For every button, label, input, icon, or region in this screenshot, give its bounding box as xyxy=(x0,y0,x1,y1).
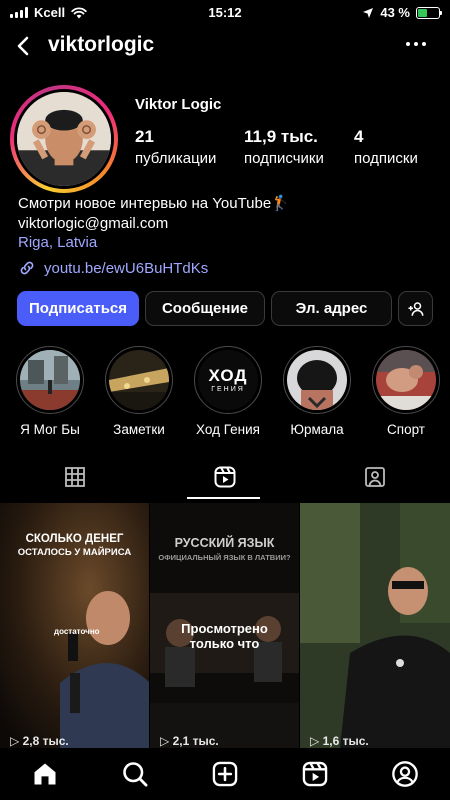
reels-grid: СКОЛЬКО ДЕНЕГ ОСТАЛОСЬ У МАЙРИСА достато… xyxy=(0,503,450,748)
highlight-ya-mog-by[interactable]: Я Мог Бы xyxy=(14,346,86,437)
highlight-label: Я Мог Бы xyxy=(20,422,80,437)
stat-posts-label: публикации xyxy=(135,150,217,167)
bio-email[interactable]: viktorlogic@gmail.com xyxy=(18,214,290,234)
stat-followers-value: 11,9 тыс. xyxy=(244,127,318,146)
profile-display-name: Viktor Logic xyxy=(135,96,222,113)
stat-following[interactable]: 4 подписки xyxy=(354,127,418,167)
nav-reels[interactable] xyxy=(301,760,329,788)
bio-text: Смотри новое интервью на YouTube🏌 xyxy=(18,195,290,212)
active-tab-indicator xyxy=(187,497,260,499)
suggest-accounts-button[interactable] xyxy=(398,291,433,326)
highlight-zametki[interactable]: Заметки xyxy=(103,346,175,437)
avatar-story-ring[interactable] xyxy=(10,85,118,193)
stat-posts-value: 21 xyxy=(135,127,154,146)
tab-posts-grid[interactable] xyxy=(0,455,150,499)
highlight-image xyxy=(287,350,347,410)
reel-thumbnail xyxy=(300,503,450,748)
highlight-label: Спорт xyxy=(387,422,425,437)
create-icon xyxy=(212,761,238,787)
location-arrow-icon xyxy=(363,7,374,18)
avatar-image xyxy=(17,92,111,186)
battery-icon xyxy=(416,6,442,19)
message-button[interactable]: Сообщение xyxy=(145,291,265,326)
reel-view-count: ▷ 1,6 тыс. xyxy=(310,734,369,748)
nav-profile[interactable] xyxy=(391,760,419,788)
tab-reels[interactable] xyxy=(150,455,300,499)
reel-title: РУССКИЙ ЯЗЫК xyxy=(174,536,275,550)
nav-create[interactable] xyxy=(211,760,239,788)
stat-posts[interactable]: 21 публикации xyxy=(135,127,216,167)
tagged-icon xyxy=(365,467,385,487)
highlight-image xyxy=(109,350,169,410)
highlight-image xyxy=(376,350,436,410)
profile-icon xyxy=(392,761,418,787)
bio-link[interactable]: youtu.be/ewU6BuHTdKs xyxy=(18,259,208,277)
reels-icon xyxy=(214,466,236,488)
battery-fill xyxy=(418,8,427,17)
highlight-sport[interactable]: Спорт xyxy=(370,346,442,437)
link-icon xyxy=(20,261,34,275)
reel-subtitle: ОСТАЛОСЬ У МАЙРИСА xyxy=(17,547,132,558)
reel-title: СКОЛЬКО ДЕНЕГ xyxy=(25,533,124,545)
reel-watched-overlay: Просмотрено только что xyxy=(181,621,268,651)
search-icon xyxy=(123,762,148,787)
reel-view-count: ▷ 2,1 тыс. xyxy=(160,734,219,748)
reel-tile[interactable]: РУССКИЙ ЯЗЫК ОФИЦИАЛЬНЫЙ ЯЗЫК В ЛАТВИИ? … xyxy=(150,503,299,748)
stat-followers-label: подписчики xyxy=(244,150,324,167)
stat-following-value: 4 xyxy=(354,127,364,146)
grid-icon xyxy=(65,467,85,487)
follow-button[interactable]: Подписаться xyxy=(17,291,139,326)
bottom-navigation xyxy=(0,748,450,800)
add-person-icon xyxy=(408,301,423,316)
highlight-image xyxy=(20,350,80,410)
stat-followers[interactable]: 11,9 тыс. подписчики xyxy=(244,127,324,167)
highlight-label: Заметки xyxy=(113,422,165,437)
profile-header: viktorlogic xyxy=(0,28,450,64)
reel-tile[interactable]: СКОЛЬКО ДЕНЕГ ОСТАЛОСЬ У МАЙРИСА достато… xyxy=(0,503,149,748)
highlight-hod-geniya[interactable]: ХОД ГЕНИЯ Ход Гения xyxy=(192,346,264,437)
back-arrow-icon[interactable] xyxy=(12,34,36,58)
bio-location[interactable]: Riga, Latvia xyxy=(18,233,290,253)
reel-view-count: ▷ 2,8 тыс. xyxy=(10,734,69,748)
highlight-image: ХОД ГЕНИЯ xyxy=(198,350,258,410)
battery-percent: 43 % xyxy=(380,5,410,20)
reel-caption: достаточно xyxy=(54,627,100,636)
highlight-label: Юрмала xyxy=(290,422,344,437)
more-options-icon[interactable] xyxy=(406,42,426,46)
header-username: viktorlogic xyxy=(48,33,155,56)
hod-geniya-logo: ХОД xyxy=(208,365,248,385)
status-right: 43 % xyxy=(362,5,442,20)
status-bar: Kcell 15:12 43 % xyxy=(0,0,450,26)
home-icon xyxy=(34,763,56,785)
link-text: youtu.be/ewU6BuHTdKs xyxy=(44,259,209,277)
reels-icon xyxy=(302,761,328,787)
profile-bio: Смотри новое интервью на YouTube🏌 viktor… xyxy=(18,194,290,253)
highlight-yurmala[interactable]: Юрмала xyxy=(281,346,353,437)
nav-home[interactable] xyxy=(31,760,59,788)
stat-following-label: подписки xyxy=(354,150,418,167)
nav-search[interactable] xyxy=(121,760,149,788)
avatar xyxy=(17,92,111,186)
email-button[interactable]: Эл. адрес xyxy=(271,291,392,326)
hod-geniya-logo-sub: ГЕНИЯ xyxy=(211,385,245,393)
highlight-label: Ход Гения xyxy=(196,422,260,437)
content-tabs xyxy=(0,455,450,499)
reel-tile[interactable]: ▷ 1,6 тыс. xyxy=(300,503,450,748)
reel-subtitle: ОФИЦИАЛЬНЫЙ ЯЗЫК В ЛАТВИИ? xyxy=(158,553,291,562)
tab-tagged[interactable] xyxy=(300,455,450,499)
